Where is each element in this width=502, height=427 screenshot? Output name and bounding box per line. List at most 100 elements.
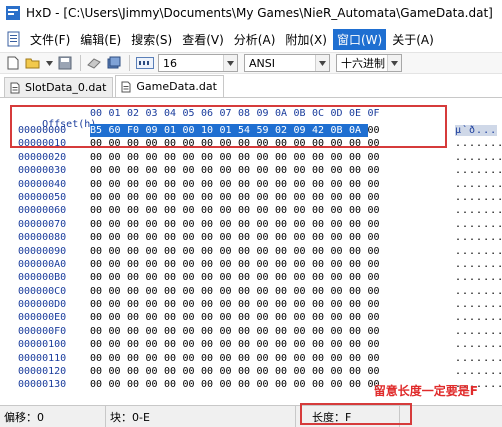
hex-byte[interactable]: 00: [257, 325, 276, 338]
ascii-row[interactable]: ........: [455, 352, 502, 365]
hex-byte[interactable]: 00: [368, 298, 387, 311]
hex-byte[interactable]: 00: [294, 245, 313, 258]
hex-byte[interactable]: 00: [164, 325, 183, 338]
hex-row[interactable]: 00 00 00 00 00 00 00 00 00 00 00 00 00 00 00 00: [90, 258, 450, 271]
hex-byte[interactable]: 00: [146, 311, 165, 324]
hex-byte[interactable]: 00: [349, 164, 368, 177]
hex-byte[interactable]: 00: [331, 164, 350, 177]
hex-byte[interactable]: 00: [368, 271, 387, 284]
hex-byte[interactable]: 00: [109, 245, 128, 258]
hex-byte[interactable]: 00: [90, 245, 109, 258]
hex-byte[interactable]: 60: [108, 124, 127, 138]
hex-byte[interactable]: 00: [312, 137, 331, 150]
hex-byte[interactable]: 00: [349, 191, 368, 204]
hex-byte[interactable]: 00: [220, 151, 239, 164]
hex-byte[interactable]: 00: [146, 204, 165, 217]
hex-byte[interactable]: 00: [294, 325, 313, 338]
hex-byte[interactable]: 01: [164, 124, 183, 138]
hex-byte[interactable]: 00: [275, 271, 294, 284]
hex-byte[interactable]: 00: [201, 245, 220, 258]
hex-byte[interactable]: 00: [109, 191, 128, 204]
hex-byte[interactable]: 00: [146, 245, 165, 258]
hex-byte[interactable]: 00: [164, 218, 183, 231]
hex-byte[interactable]: 00: [127, 285, 146, 298]
hex-byte[interactable]: 00: [220, 231, 239, 244]
hex-byte[interactable]: 10: [201, 124, 220, 138]
hex-row[interactable]: 00 00 00 00 00 00 00 00 00 00 00 00 00 00 00 00: [90, 151, 450, 164]
hex-byte[interactable]: 00: [238, 218, 257, 231]
hex-editor-view[interactable]: Offset(h) 00 01 02 03 04 05 06 07 08 09 0A 0B 0C 0D 0E 0…: [0, 100, 502, 405]
offset-base-select[interactable]: 十六进制: [336, 54, 402, 72]
hex-byte[interactable]: F0: [127, 124, 146, 138]
hex-byte[interactable]: 00: [164, 258, 183, 271]
hex-byte[interactable]: 00: [257, 258, 276, 271]
hex-byte[interactable]: 00: [146, 378, 165, 391]
hex-byte[interactable]: 00: [368, 191, 387, 204]
hex-row[interactable]: 00 00 00 00 00 00 00 00 00 00 00 00 00 00 00 00: [90, 285, 450, 298]
hex-byte[interactable]: 00: [127, 298, 146, 311]
hex-byte[interactable]: 00: [109, 218, 128, 231]
hex-byte[interactable]: 00: [275, 178, 294, 191]
hex-row[interactable]: 00 00 00 00 00 00 00 00 00 00 00 00 00 00 00 00: [90, 338, 450, 351]
hex-byte[interactable]: 00: [275, 231, 294, 244]
hex-byte[interactable]: 00: [331, 378, 350, 391]
hex-byte[interactable]: 00: [257, 178, 276, 191]
hex-byte[interactable]: 59: [256, 124, 275, 138]
hex-row[interactable]: B5 60 F0 09 01 00 10 01 54 59 02 09 42 0B 0A 00: [90, 124, 450, 138]
hex-byte[interactable]: 00: [183, 271, 202, 284]
hex-byte[interactable]: 09: [293, 124, 312, 138]
hex-byte[interactable]: 00: [294, 164, 313, 177]
hex-byte[interactable]: 00: [220, 271, 239, 284]
hex-byte[interactable]: 00: [127, 325, 146, 338]
hex-byte[interactable]: 00: [275, 352, 294, 365]
hex-byte[interactable]: 00: [368, 285, 387, 298]
hex-byte[interactable]: 00: [90, 164, 109, 177]
hex-byte[interactable]: 00: [331, 204, 350, 217]
hex-byte[interactable]: 00: [146, 191, 165, 204]
hex-byte[interactable]: 00: [349, 365, 368, 378]
hex-byte[interactable]: 00: [312, 204, 331, 217]
hex-row[interactable]: 00 00 00 00 00 00 00 00 00 00 00 00 00 00 00 00: [90, 218, 450, 231]
hex-byte[interactable]: 00: [90, 204, 109, 217]
hex-byte[interactable]: 00: [90, 218, 109, 231]
hex-byte[interactable]: 00: [109, 164, 128, 177]
hex-byte[interactable]: 00: [331, 245, 350, 258]
ascii-row[interactable]: ........: [455, 218, 502, 231]
hex-byte[interactable]: 00: [349, 271, 368, 284]
hex-byte[interactable]: 00: [238, 231, 257, 244]
hex-byte[interactable]: 00: [368, 365, 387, 378]
save-button[interactable]: [56, 54, 74, 72]
hex-byte[interactable]: 00: [312, 325, 331, 338]
hex-byte[interactable]: 00: [220, 311, 239, 324]
hex-byte[interactable]: 00: [127, 164, 146, 177]
hex-row[interactable]: 00 00 00 00 00 00 00 00 00 00 00 00 00 00 00 00: [90, 325, 450, 338]
ascii-row[interactable]: ........: [455, 338, 502, 351]
hex-byte[interactable]: 00: [220, 325, 239, 338]
hex-byte[interactable]: 00: [257, 352, 276, 365]
hex-byte[interactable]: 00: [257, 151, 276, 164]
hex-byte[interactable]: 00: [90, 352, 109, 365]
hex-byte[interactable]: 00: [220, 258, 239, 271]
hex-byte[interactable]: 00: [220, 285, 239, 298]
hex-byte[interactable]: 00: [220, 204, 239, 217]
hex-byte[interactable]: 00: [109, 311, 128, 324]
hex-byte[interactable]: 00: [349, 178, 368, 191]
hex-byte[interactable]: 00: [182, 124, 201, 138]
menu-analysis[interactable]: 分析(A): [230, 29, 280, 50]
hex-byte[interactable]: 00: [238, 258, 257, 271]
hex-byte[interactable]: 00: [238, 338, 257, 351]
hex-byte[interactable]: 02: [275, 124, 294, 138]
hex-byte[interactable]: 00: [201, 352, 220, 365]
hex-byte[interactable]: 00: [238, 204, 257, 217]
hex-byte[interactable]: 00: [294, 204, 313, 217]
hex-byte[interactable]: 00: [238, 137, 257, 150]
hex-byte[interactable]: 00: [164, 298, 183, 311]
tab-gamedata[interactable]: GameData.dat: [115, 75, 224, 97]
hex-byte[interactable]: 00: [312, 298, 331, 311]
menu-window[interactable]: 窗口(W): [332, 28, 387, 50]
hex-byte[interactable]: 00: [127, 191, 146, 204]
ascii-row[interactable]: ........: [455, 258, 502, 271]
hex-byte[interactable]: 00: [349, 218, 368, 231]
hex-byte[interactable]: 00: [275, 151, 294, 164]
hex-byte[interactable]: 00: [109, 352, 128, 365]
